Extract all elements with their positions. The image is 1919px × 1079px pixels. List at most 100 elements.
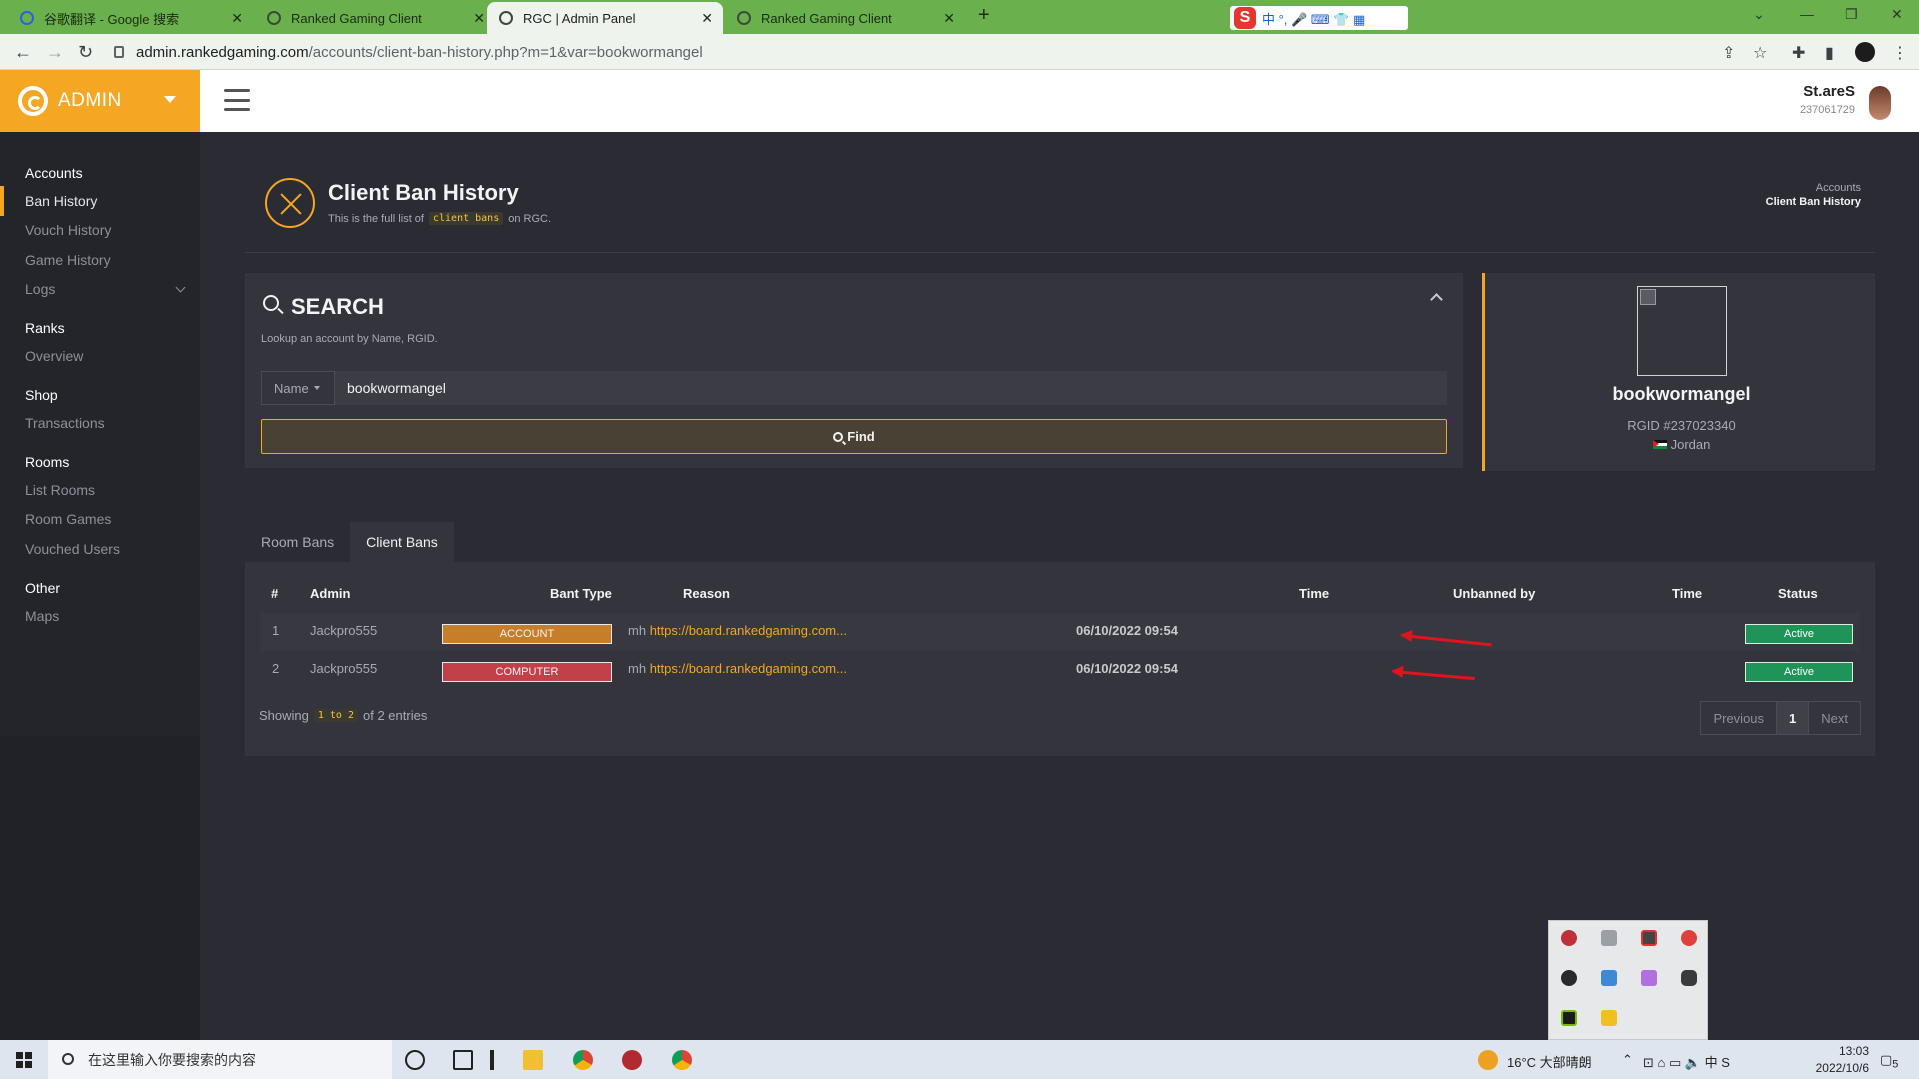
- back-icon[interactable]: ←: [14, 42, 32, 63]
- reason-link[interactable]: https://board.rankedgaming.com...: [650, 623, 847, 638]
- ime-items: 中 °, 🎤 ⌨ 👕 ▦: [1262, 11, 1366, 27]
- taskbar-search[interactable]: 在这里输入你要搜索的内容: [48, 1040, 392, 1079]
- weather-text[interactable]: 16°C 大部晴朗: [1507, 1052, 1592, 1071]
- bookmark-star-icon[interactable]: ☆: [1753, 43, 1767, 63]
- pagination: Previous 1 Next: [1700, 701, 1861, 735]
- search-input[interactable]: [335, 371, 1447, 405]
- column-header[interactable]: Unbanned by: [1453, 586, 1535, 601]
- address-bar: ← → ↻ admin.rankedgaming.com /accounts/c…: [0, 34, 1919, 70]
- minimize-icon[interactable]: —: [1800, 6, 1814, 22]
- page-1-button[interactable]: 1: [1776, 702, 1810, 734]
- cortana-icon[interactable]: [405, 1050, 425, 1070]
- reload-icon[interactable]: ↻: [78, 42, 93, 63]
- sidebar-item-vouch-history[interactable]: Vouch History: [0, 215, 200, 245]
- user-name[interactable]: St.areS: [1803, 83, 1855, 100]
- sidebar-item-overview[interactable]: Overview: [0, 341, 200, 371]
- status-badge: Active: [1745, 624, 1853, 644]
- url-field[interactable]: admin.rankedgaming.com /accounts/client-…: [108, 39, 1758, 65]
- feather-icon[interactable]: [1641, 970, 1657, 986]
- show-hidden-icons-icon[interactable]: ⌃: [1622, 1052, 1633, 1068]
- shield-icon[interactable]: [1641, 930, 1657, 946]
- breadcrumb-accounts[interactable]: Accounts: [1816, 182, 1861, 194]
- close-window-icon[interactable]: ✕: [1891, 6, 1903, 23]
- sidebar-item-logs[interactable]: Logs: [0, 274, 200, 304]
- column-header[interactable]: Reason: [683, 586, 730, 601]
- chrome-icon[interactable]: [672, 1050, 692, 1070]
- discord-icon[interactable]: [1681, 970, 1697, 986]
- side-panel-icon[interactable]: ▮: [1825, 43, 1834, 63]
- sidebar-heading-accounts: Accounts: [25, 165, 83, 181]
- taskbar-clock[interactable]: 13:03 2022/10/6: [1816, 1043, 1869, 1077]
- close-tab-icon[interactable]: ✕: [473, 10, 485, 27]
- chrome-icon[interactable]: [573, 1050, 593, 1070]
- ime-toolbar[interactable]: S 中 °, 🎤 ⌨ 👕 ▦: [1230, 6, 1408, 30]
- sidebar-heading-ranks: Ranks: [25, 320, 65, 336]
- extensions-icon[interactable]: ✚: [1792, 43, 1805, 63]
- row-number: 1: [272, 623, 280, 638]
- sidebar-item-transactions[interactable]: Transactions: [0, 408, 200, 438]
- hamburger-menu-icon[interactable]: [224, 89, 250, 111]
- column-header[interactable]: Time: [1672, 586, 1702, 601]
- column-header[interactable]: Time: [1299, 586, 1329, 601]
- nvidia-icon[interactable]: [1561, 1010, 1577, 1026]
- browser-profile-avatar[interactable]: [1855, 42, 1875, 62]
- breadcrumb-current: Client Ban History: [1765, 196, 1861, 208]
- new-tab-icon[interactable]: +: [978, 4, 990, 27]
- file-explorer-icon[interactable]: [523, 1050, 543, 1070]
- column-header[interactable]: Status: [1778, 586, 1818, 601]
- tray-status-icons[interactable]: ⊡ ⌂ ▭ 🔈 中 S: [1643, 1052, 1730, 1071]
- user-avatar[interactable]: [1869, 86, 1891, 120]
- cloud-off-icon[interactable]: [1561, 970, 1577, 986]
- column-header[interactable]: Bant Type: [550, 586, 612, 601]
- close-tab-icon[interactable]: ✕: [701, 10, 713, 27]
- table-row: 1 Jackpro555 ACCOUNT mh https://board.ra…: [261, 613, 1859, 651]
- previous-button[interactable]: Previous: [1701, 702, 1776, 734]
- restore-icon[interactable]: ❐: [1845, 6, 1858, 23]
- brand-dropdown[interactable]: ADMIN: [0, 70, 200, 132]
- task-view-icon[interactable]: [453, 1050, 473, 1070]
- tab-room-bans[interactable]: Room Bans: [245, 522, 350, 562]
- page-title: Client Ban History: [328, 180, 519, 205]
- kebab-menu-icon[interactable]: ⋮: [1892, 43, 1908, 63]
- sidebar-item-vouched-users[interactable]: Vouched Users: [0, 534, 200, 564]
- browser-tab[interactable]: Ranked Gaming Client ✕: [725, 2, 965, 34]
- browser-tab-active[interactable]: RGC | Admin Panel ✕: [487, 2, 723, 34]
- share-icon[interactable]: ⇪: [1722, 43, 1735, 63]
- ban-tabs: Room Bans Client Bans: [245, 522, 454, 562]
- browser-tab[interactable]: 谷歌翻译 - Google 搜索 ✕: [8, 2, 253, 34]
- column-header[interactable]: Admin: [310, 586, 350, 601]
- notification-icon[interactable]: ▢5: [1880, 1052, 1898, 1071]
- search-type-select[interactable]: Name: [261, 371, 335, 405]
- reason-link[interactable]: https://board.rankedgaming.com...: [650, 661, 847, 676]
- profile-rgid: RGID #237023340: [1627, 418, 1736, 433]
- app-tray-icon[interactable]: [1561, 930, 1577, 946]
- browser-tab[interactable]: Ranked Gaming Client ✕: [255, 2, 495, 34]
- chevron-up-icon[interactable]: [1430, 293, 1443, 306]
- sidebar-item-ban-history[interactable]: Ban History: [0, 186, 200, 216]
- forward-icon[interactable]: →: [46, 42, 64, 63]
- close-tab-icon[interactable]: ✕: [231, 10, 243, 27]
- windows-start-icon[interactable]: [16, 1052, 32, 1068]
- reason-prefix: mh: [628, 661, 647, 676]
- close-tab-icon[interactable]: ✕: [943, 10, 955, 27]
- app-tray-icon[interactable]: [1681, 930, 1697, 946]
- tray-overflow-popup: [1548, 920, 1708, 1040]
- sidebar-item-list-rooms[interactable]: List Rooms: [0, 475, 200, 505]
- find-button[interactable]: Find: [261, 419, 1447, 454]
- subtitle-pre: This is the full list of: [328, 212, 424, 225]
- next-button[interactable]: Next: [1809, 702, 1860, 734]
- globe-icon: [267, 11, 281, 25]
- profile-country: Jordan: [1485, 437, 1878, 452]
- tab-client-bans[interactable]: Client Bans: [350, 522, 454, 562]
- rgc-client-icon[interactable]: [622, 1050, 642, 1070]
- sidebar-heading-rooms: Rooms: [25, 454, 70, 470]
- app-tray-icon[interactable]: [1601, 970, 1617, 986]
- sidebar-item-game-history[interactable]: Game History: [0, 245, 200, 275]
- sidebar-item-maps[interactable]: Maps: [0, 601, 200, 631]
- sidebar-item-room-games[interactable]: Room Games: [0, 504, 200, 534]
- google-icon: [20, 11, 34, 25]
- lock-icon[interactable]: [114, 46, 124, 58]
- folder-icon[interactable]: [1601, 1010, 1617, 1026]
- app-tray-icon[interactable]: [1601, 930, 1617, 946]
- tab-search-icon[interactable]: ⌄: [1753, 6, 1765, 23]
